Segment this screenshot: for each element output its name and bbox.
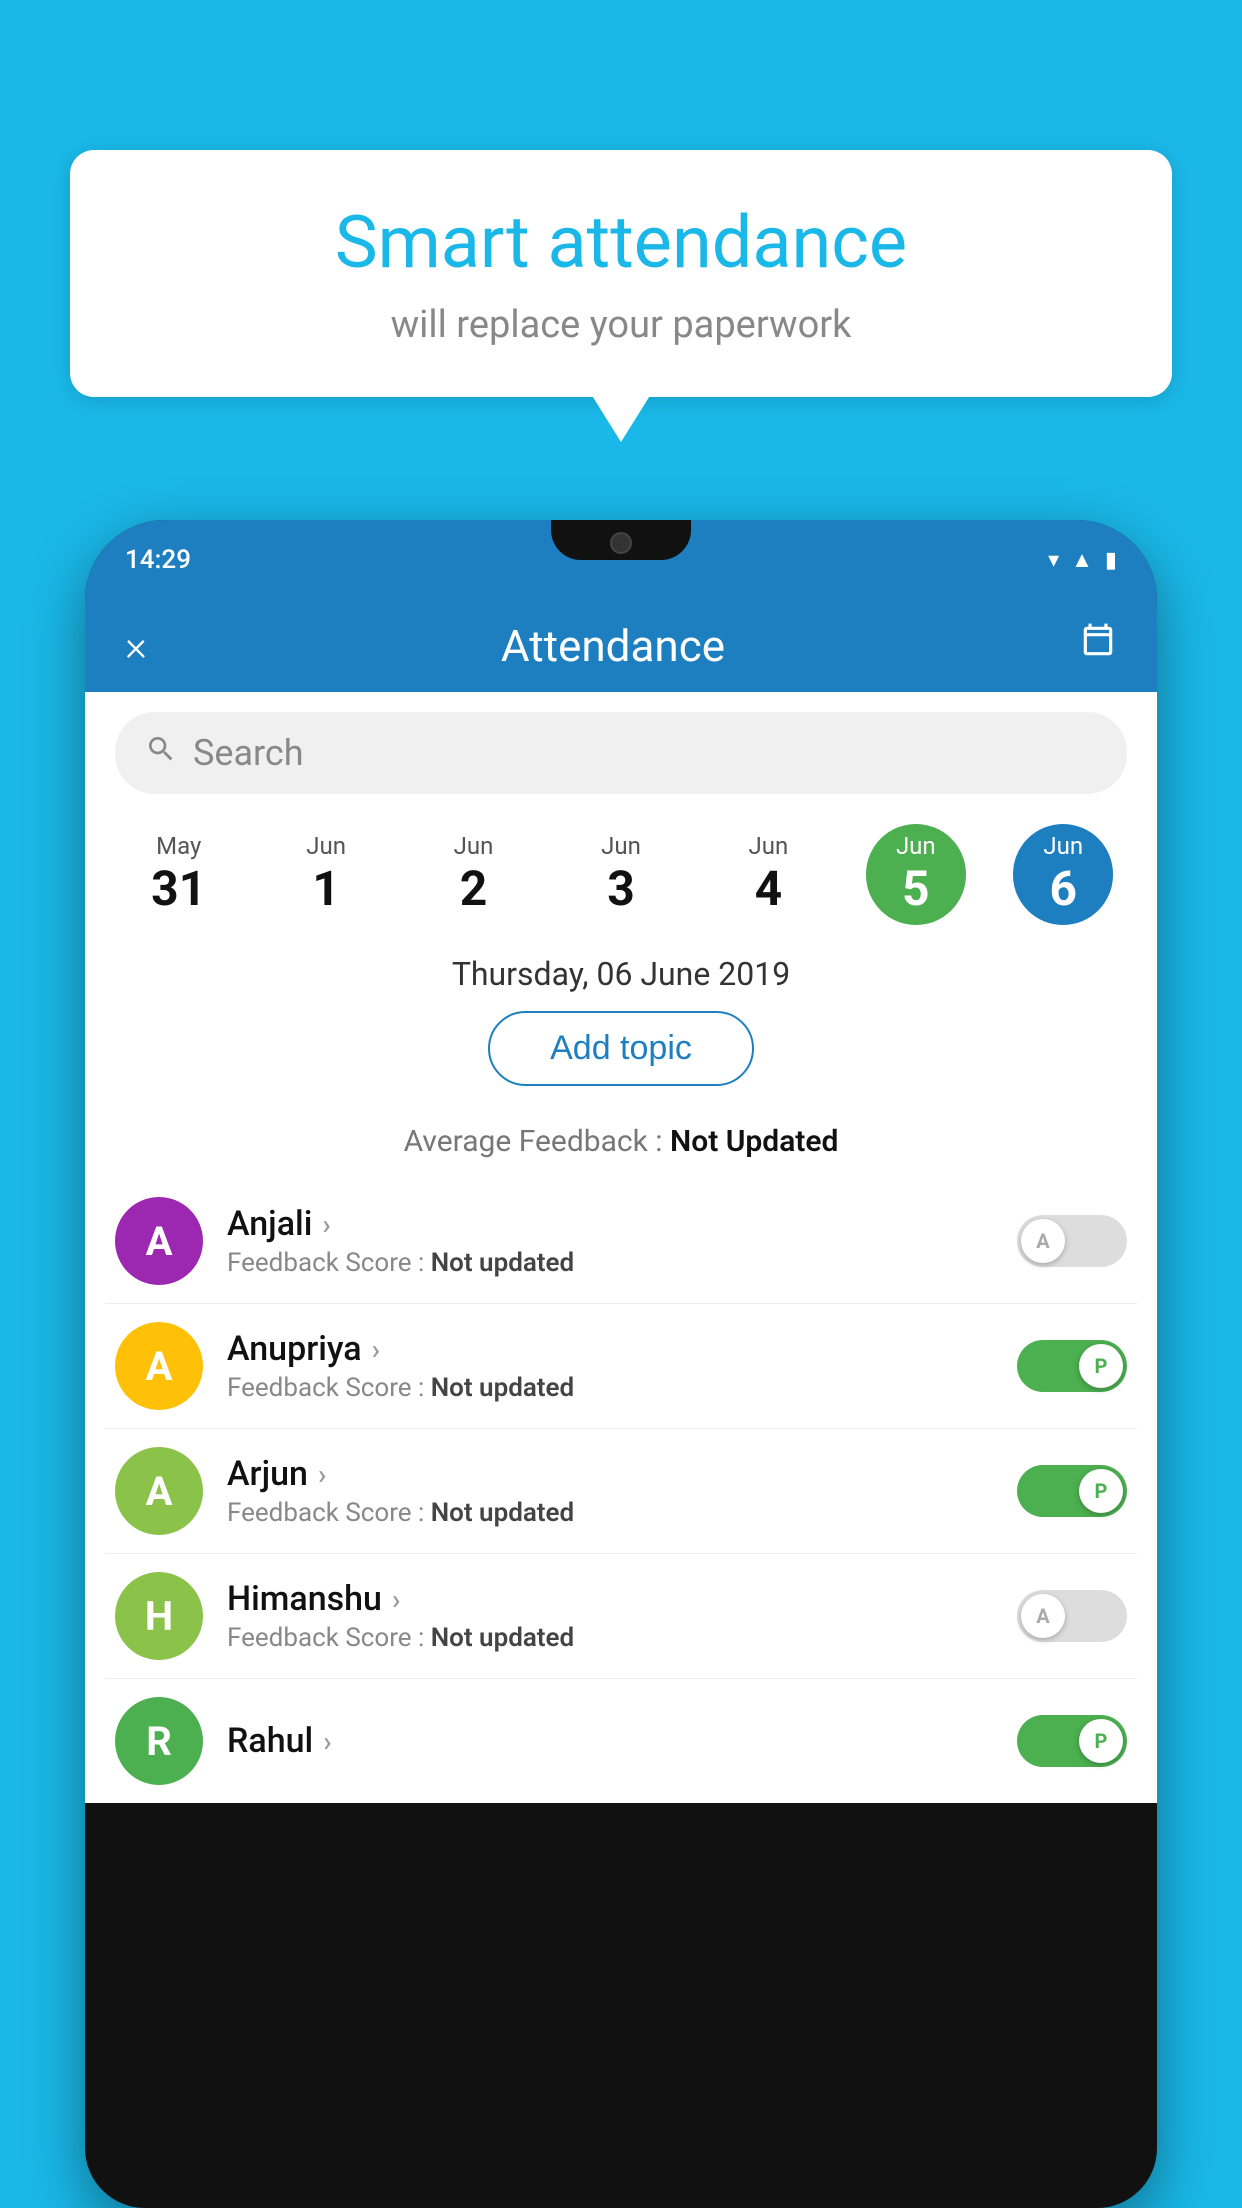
toggle-knob: A	[1021, 1594, 1065, 1638]
attendance-toggle[interactable]: P	[1017, 1465, 1127, 1517]
chevron-right-icon: ›	[322, 1208, 330, 1241]
student-info: Himanshu › Feedback Score : Not updated	[227, 1579, 1017, 1653]
status-icons: ▾ ▲ ▮	[1048, 547, 1117, 573]
student-info: Arjun › Feedback Score : Not updated	[227, 1454, 1017, 1528]
chevron-right-icon: ›	[392, 1583, 400, 1616]
phone-notch	[551, 520, 691, 560]
avatar: A	[115, 1197, 203, 1285]
student-name: Anupriya ›	[227, 1329, 1017, 1369]
attendance-toggle[interactable]: P	[1017, 1340, 1127, 1392]
avatar: A	[115, 1447, 203, 1535]
student-name: Arjun ›	[227, 1454, 1017, 1494]
date-item-jun6-selected[interactable]: Jun 6	[1013, 824, 1113, 925]
selected-date-label: Thursday, 06 June 2019	[85, 945, 1157, 1011]
student-info: Rahul ›	[227, 1721, 1017, 1761]
student-info: Anjali › Feedback Score : Not updated	[227, 1204, 1017, 1278]
day-number: 3	[585, 860, 657, 917]
chevron-right-icon: ›	[318, 1458, 326, 1491]
chevron-right-icon: ›	[372, 1333, 380, 1366]
speech-bubble: Smart attendance will replace your paper…	[70, 150, 1172, 397]
status-time: 14:29	[125, 545, 191, 575]
bubble-title: Smart attendance	[130, 200, 1112, 285]
toggle-knob: P	[1079, 1344, 1123, 1388]
table-row[interactable]: H Himanshu › Feedback Score : Not update…	[105, 1554, 1137, 1679]
table-row[interactable]: A Anupriya › Feedback Score : Not update…	[105, 1304, 1137, 1429]
table-row[interactable]: A Anjali › Feedback Score : Not updated …	[105, 1179, 1137, 1304]
status-bar: 14:29 ▾ ▲ ▮	[85, 520, 1157, 600]
student-feedback: Feedback Score : Not updated	[227, 1498, 1017, 1528]
day-number: 4	[732, 860, 804, 917]
student-list: A Anjali › Feedback Score : Not updated …	[85, 1179, 1157, 1803]
avg-feedback-label: Average Feedback :	[404, 1124, 670, 1159]
student-name: Himanshu ›	[227, 1579, 1017, 1619]
toggle-knob: A	[1021, 1219, 1065, 1263]
phone-frame: 14:29 ▾ ▲ ▮ × Attendance Search	[85, 520, 1157, 2208]
month-label: Jun	[585, 832, 657, 860]
student-name: Rahul ›	[227, 1721, 1017, 1761]
student-feedback: Feedback Score : Not updated	[227, 1373, 1017, 1403]
date-item-jun1[interactable]: Jun 1	[276, 824, 376, 925]
day-number: 5	[880, 860, 952, 917]
speech-bubble-container: Smart attendance will replace your paper…	[70, 150, 1172, 397]
bubble-subtitle: will replace your paperwork	[130, 303, 1112, 347]
search-bar[interactable]: Search	[115, 712, 1127, 794]
date-item-jun2[interactable]: Jun 2	[424, 824, 524, 925]
avatar: H	[115, 1572, 203, 1660]
avatar: A	[115, 1322, 203, 1410]
student-name: Anjali ›	[227, 1204, 1017, 1244]
day-number: 31	[143, 860, 215, 917]
add-topic-button[interactable]: Add topic	[488, 1011, 754, 1086]
month-label: May	[143, 832, 215, 860]
date-item-may31[interactable]: May 31	[129, 824, 229, 925]
signal-icon: ▲	[1071, 547, 1093, 573]
day-number: 6	[1027, 860, 1099, 917]
attendance-toggle[interactable]: A	[1017, 1215, 1127, 1267]
student-feedback: Feedback Score : Not updated	[227, 1248, 1017, 1278]
avatar: R	[115, 1697, 203, 1785]
table-row[interactable]: A Arjun › Feedback Score : Not updated P	[105, 1429, 1137, 1554]
attendance-toggle[interactable]: A	[1017, 1590, 1127, 1642]
month-label: Jun	[438, 832, 510, 860]
student-feedback: Feedback Score : Not updated	[227, 1623, 1017, 1653]
toggle-knob: P	[1079, 1719, 1123, 1763]
date-picker: May 31 Jun 1 Jun 2 Jun 3 Jun 4 Jun 5	[85, 814, 1157, 945]
average-feedback: Average Feedback : Not Updated	[85, 1124, 1157, 1179]
app-bar: × Attendance	[85, 600, 1157, 692]
day-number: 1	[290, 860, 362, 917]
table-row[interactable]: R Rahul › P	[105, 1679, 1137, 1803]
attendance-toggle[interactable]: P	[1017, 1715, 1127, 1767]
app-bar-title: Attendance	[501, 620, 725, 672]
month-label: Jun	[732, 832, 804, 860]
chevron-right-icon: ›	[323, 1725, 331, 1758]
search-placeholder: Search	[193, 732, 304, 774]
calendar-icon[interactable]	[1079, 622, 1117, 670]
date-item-jun3[interactable]: Jun 3	[571, 824, 671, 925]
phone-camera	[610, 532, 632, 554]
search-icon	[145, 733, 177, 773]
avg-feedback-value: Not Updated	[670, 1124, 838, 1159]
close-button[interactable]: ×	[125, 622, 147, 671]
month-label: Jun	[1027, 832, 1099, 860]
phone-screen: Search May 31 Jun 1 Jun 2 Jun 3 Jun 4	[85, 692, 1157, 1803]
month-label: Jun	[290, 832, 362, 860]
day-number: 2	[438, 860, 510, 917]
student-info: Anupriya › Feedback Score : Not updated	[227, 1329, 1017, 1403]
battery-icon: ▮	[1105, 548, 1117, 573]
toggle-knob: P	[1079, 1469, 1123, 1513]
date-item-jun4[interactable]: Jun 4	[718, 824, 818, 925]
wifi-icon: ▾	[1048, 548, 1059, 573]
month-label: Jun	[880, 832, 952, 860]
date-item-jun5-selected[interactable]: Jun 5	[866, 824, 966, 925]
